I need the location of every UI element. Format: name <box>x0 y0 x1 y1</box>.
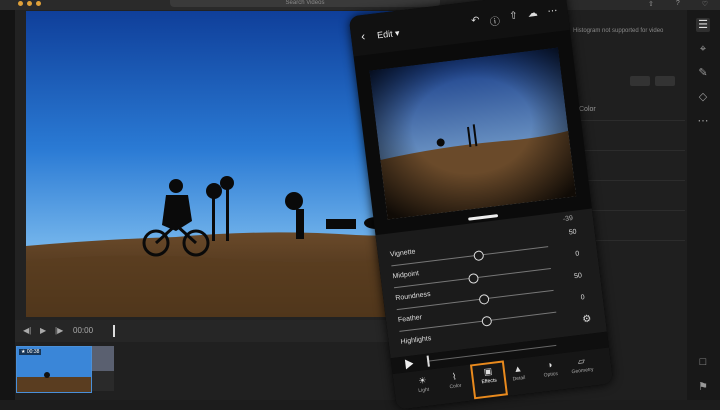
slider-value: 50 <box>573 272 583 281</box>
tag-icon[interactable]: ⚑ <box>696 380 710 394</box>
slider-label: Feather <box>397 314 423 324</box>
top-bar: Search Videos ⇧ ? ♡ <box>0 0 720 10</box>
tab-color[interactable]: ⌇ Color <box>439 368 472 401</box>
panel-button[interactable] <box>655 76 675 86</box>
help-icon[interactable]: ? <box>676 0 680 8</box>
slider-value: 0 <box>575 250 580 258</box>
share-icon[interactable]: ⇧ <box>509 10 519 26</box>
comment-icon[interactable]: □ <box>696 355 710 369</box>
tab-geometry[interactable]: ▱ Geometry <box>566 352 599 385</box>
crop-icon[interactable]: ⌖ <box>696 42 710 56</box>
phone-video-preview <box>369 47 577 220</box>
filmstrip-thumb-selected[interactable]: ★ 00:38 <box>16 346 92 393</box>
tab-detail[interactable]: ▲ Detail <box>502 360 535 393</box>
edit-sliders-icon[interactable]: ☰ <box>696 18 710 32</box>
play-icon[interactable] <box>404 358 415 370</box>
slider-value: 0 <box>580 294 586 302</box>
duration-badge: ★ 00:38 <box>19 349 42 355</box>
slider-value: 50 <box>568 228 578 237</box>
left-strip <box>0 10 15 400</box>
slider-track[interactable] <box>399 311 557 332</box>
tab-light[interactable]: ☀ Light <box>407 372 440 405</box>
histogram-message: Histogram not supported for video <box>573 28 664 34</box>
slider-label: Midpoint <box>392 270 420 281</box>
tab-optics[interactable]: ◑ Optics <box>534 356 567 389</box>
slider-label: Vignette <box>389 248 416 259</box>
prev-frame-icon[interactable]: ◀| <box>23 326 31 335</box>
slider-knob[interactable] <box>478 293 490 305</box>
share-icon[interactable]: ⇧ <box>648 0 654 8</box>
top-icons: ⇧ ? ♡ <box>648 0 708 8</box>
filmstrip: ★ 00:38 <box>15 342 425 400</box>
phone-header-icons: ↶ ⓘ ⇧ ☁ ⋯ <box>471 5 559 30</box>
undo-icon[interactable]: ↶ <box>471 15 481 31</box>
next-frame-icon[interactable]: |▶ <box>55 326 63 335</box>
tool-strip: ☰ ⌖ ✎ ◇ ⋯ □ ⚑ <box>687 10 720 400</box>
play-icon[interactable]: ▶ <box>40 326 46 335</box>
edit-label: Edit <box>376 28 394 41</box>
search-input[interactable]: Search Videos <box>170 0 440 7</box>
info-icon[interactable]: ⓘ <box>489 12 500 28</box>
window-controls[interactable] <box>18 1 41 6</box>
top-value: -39 <box>562 214 574 224</box>
highlights-label[interactable]: Highlights <box>400 335 431 346</box>
slider-knob[interactable] <box>467 272 480 285</box>
brush-icon[interactable]: ✎ <box>696 66 710 80</box>
panel-button[interactable] <box>630 76 650 86</box>
back-icon[interactable]: ‹ <box>360 29 366 43</box>
filmstrip-thumb[interactable] <box>92 346 114 391</box>
slider-label: Roundness <box>394 290 431 303</box>
cloud-icon[interactable]: ☁ <box>527 8 539 24</box>
playback-controls: ◀| ▶ |▶ 00:00 <box>15 320 415 342</box>
healing-icon[interactable]: ◇ <box>696 90 710 104</box>
slider-knob[interactable] <box>473 250 485 262</box>
gear-icon[interactable]: ⚙ <box>582 313 592 325</box>
more-icon[interactable]: ⋯ <box>547 5 559 21</box>
timecode: 00:00 <box>73 326 94 335</box>
edit-menu[interactable]: Edit ▾ <box>377 28 401 42</box>
more-icon[interactable]: ⋯ <box>696 114 710 128</box>
bag-icon[interactable]: ♡ <box>702 0 708 8</box>
playhead[interactable] <box>113 325 115 337</box>
color-label[interactable]: Color <box>579 106 596 113</box>
slider-knob[interactable] <box>481 315 493 327</box>
